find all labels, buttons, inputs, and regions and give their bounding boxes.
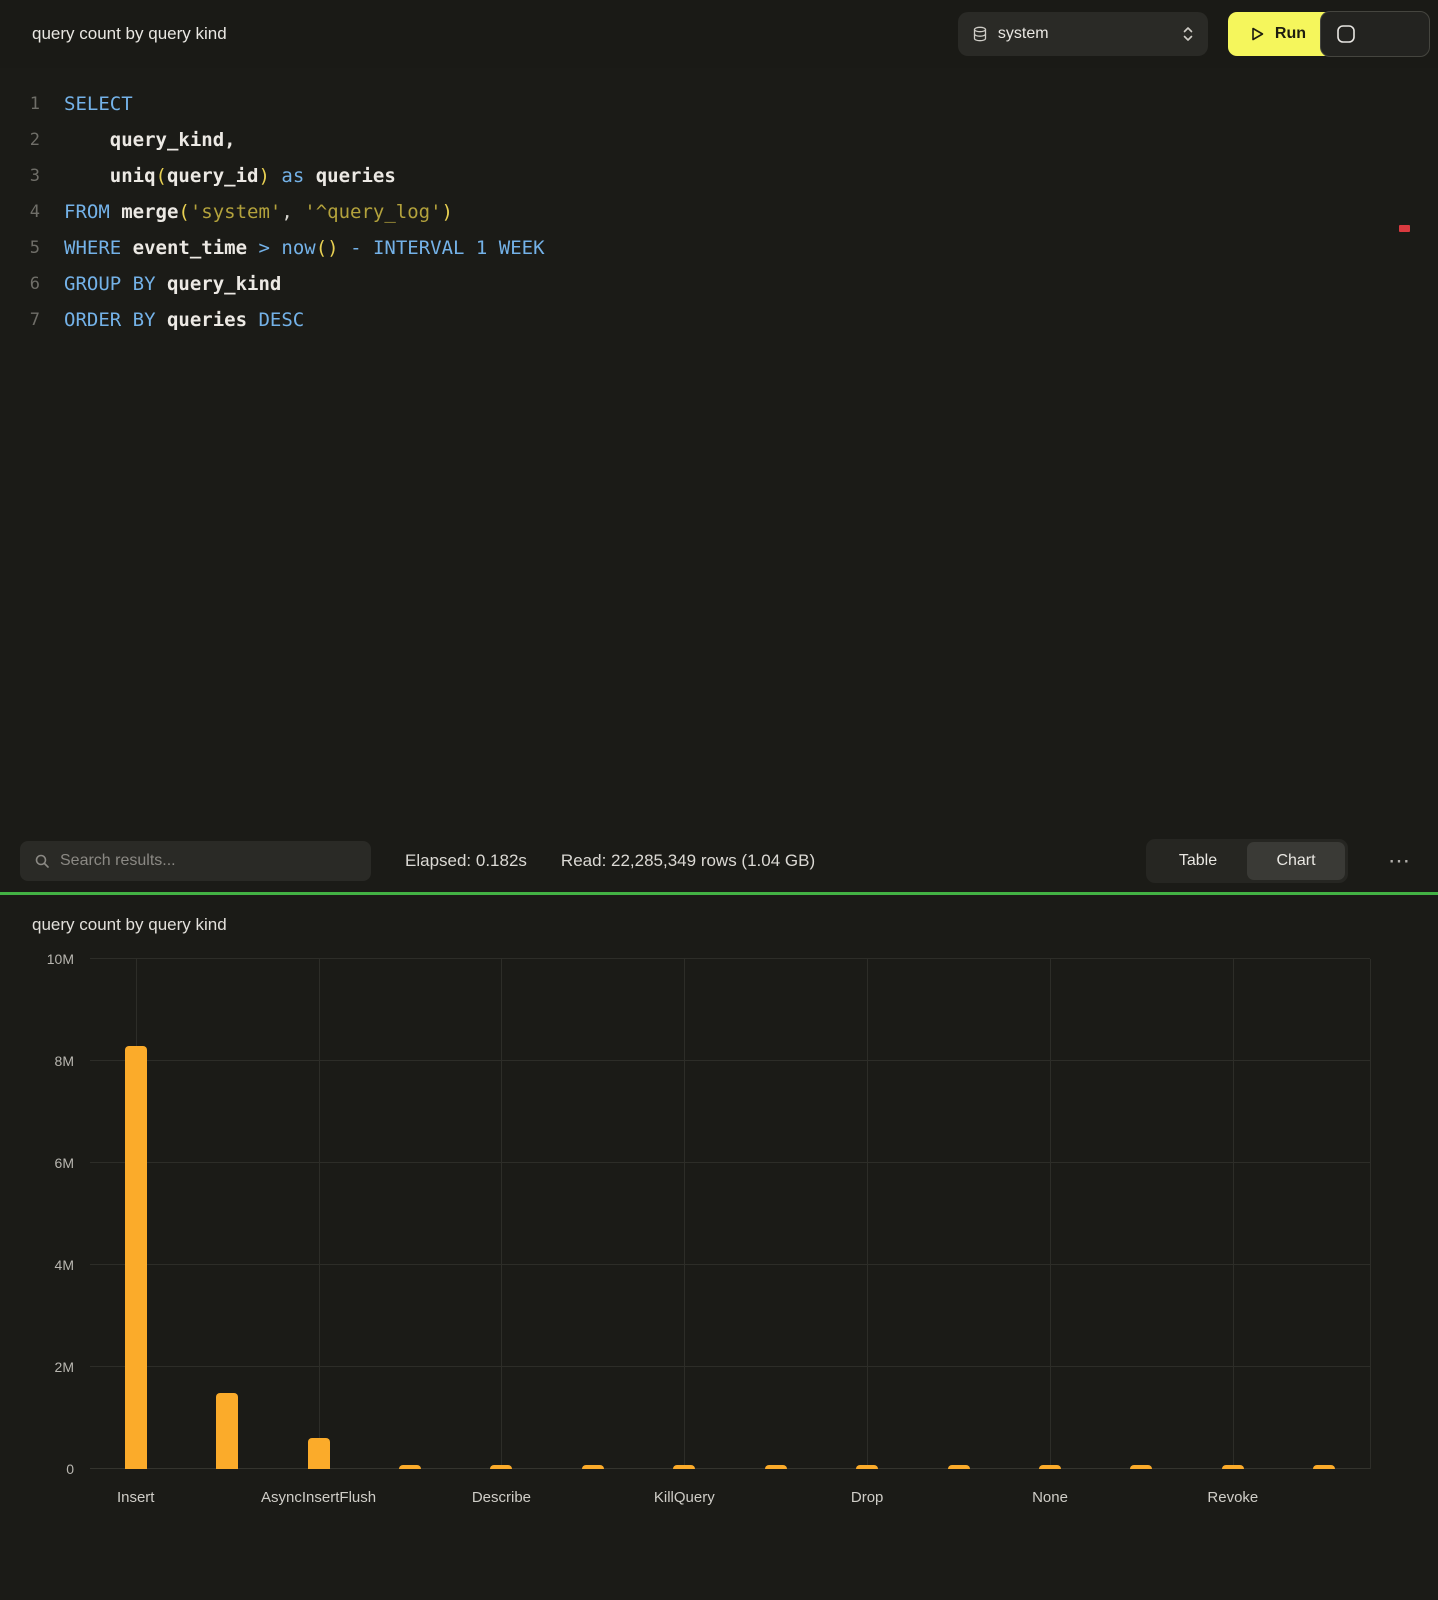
bar <box>582 1465 604 1469</box>
code-text: WHERE event_time > now() - INTERVAL 1 WE… <box>64 230 545 266</box>
gridline-h <box>90 958 1370 959</box>
y-axis-tick-label: 6M <box>55 1155 74 1171</box>
bar <box>1222 1465 1244 1469</box>
x-axis-tick-label: KillQuery <box>654 1489 715 1506</box>
x-axis-tick-label: Describe <box>472 1489 531 1506</box>
gridline-h <box>90 1060 1370 1061</box>
gridline-v <box>1370 959 1371 1469</box>
gridline-v <box>319 959 320 1469</box>
run-button-label: Run <box>1275 25 1306 43</box>
x-axis-tick-label: None <box>1032 1489 1068 1506</box>
gridline-h <box>90 1366 1370 1367</box>
bar <box>399 1465 421 1469</box>
tab-table[interactable]: Table <box>1149 842 1247 880</box>
results-toolbar: Elapsed: 0.182s Read: 22,285,349 rows (1… <box>0 830 1438 892</box>
bar <box>948 1465 970 1469</box>
play-icon <box>1250 26 1265 42</box>
gridline-h <box>90 1162 1370 1163</box>
code-text: FROM merge('system', '^query_log') <box>64 194 453 230</box>
bar <box>765 1465 787 1469</box>
bar-chart: 02M4M6M8M10MInsertAsyncInsertFlushDescri… <box>90 959 1370 1469</box>
code-text: query_kind, <box>64 122 236 158</box>
x-axis-tick-label: Drop <box>851 1489 884 1506</box>
gridline-v <box>684 959 685 1469</box>
search-icon <box>34 853 50 869</box>
select-chevrons-icon <box>1182 25 1194 43</box>
y-axis-tick-label: 10M <box>47 951 74 967</box>
bar <box>673 1465 695 1469</box>
gridline-h <box>90 1264 1370 1265</box>
tab-chart[interactable]: Chart <box>1247 842 1345 880</box>
code-line: 6 GROUP BY query_kind <box>0 266 1438 302</box>
code-text: GROUP BY query_kind <box>64 266 281 302</box>
bar <box>1130 1465 1152 1469</box>
y-axis-tick-label: 2M <box>55 1359 74 1375</box>
chart-title: query count by query kind <box>32 915 1406 935</box>
bar <box>308 1438 330 1469</box>
search-box[interactable] <box>20 841 371 881</box>
rounded-square-icon <box>1335 23 1357 45</box>
code-area[interactable]: 1SELECT2 query_kind,3 uniq(query_id) as … <box>0 86 1438 338</box>
line-number: 7 <box>0 302 40 338</box>
search-results-input[interactable] <box>60 852 357 870</box>
code-line: 1 SELECT <box>0 86 1438 122</box>
scrollbar-error-marker <box>1399 225 1410 232</box>
x-axis-tick-label: Insert <box>117 1489 155 1506</box>
x-axis-tick-label: Revoke <box>1207 1489 1258 1506</box>
elapsed-stat: Elapsed: 0.182s <box>405 851 527 871</box>
bar <box>125 1046 147 1469</box>
code-line: 4 FROM merge('system', '^query_log') <box>0 194 1438 230</box>
gridline-v <box>1050 959 1051 1469</box>
gridline-v <box>1233 959 1234 1469</box>
bar <box>1039 1465 1061 1469</box>
database-icon <box>972 26 988 42</box>
gridline-v <box>501 959 502 1469</box>
code-line: 3 uniq(query_id) as queries <box>0 158 1438 194</box>
chart-panel: query count by query kind 02M4M6M8M10MIn… <box>0 895 1438 1469</box>
x-axis-tick-label: AsyncInsertFlush <box>261 1489 376 1506</box>
read-stat: Read: 22,285,349 rows (1.04 GB) <box>561 851 815 871</box>
gridline-h <box>90 1468 1370 1469</box>
bar <box>1313 1465 1335 1469</box>
y-axis-tick-label: 0 <box>66 1461 74 1477</box>
topbar: query count by query kind system <box>0 0 1438 68</box>
line-number: 6 <box>0 266 40 302</box>
code-text: SELECT <box>64 86 133 122</box>
code-text: ORDER BY queries DESC <box>64 302 304 338</box>
sql-editor[interactable]: 1SELECT2 query_kind,3 uniq(query_id) as … <box>0 68 1438 830</box>
sql-console-app: query count by query kind system <box>0 0 1438 1469</box>
code-line: 2 query_kind, <box>0 122 1438 158</box>
run-button[interactable]: Run <box>1228 12 1332 56</box>
line-number: 2 <box>0 122 40 158</box>
code-line: 7 ORDER BY queries DESC <box>0 302 1438 338</box>
database-selector[interactable]: system <box>958 12 1208 56</box>
code-text: uniq(query_id) as queries <box>64 158 396 194</box>
view-toggle: Table Chart <box>1146 839 1348 883</box>
toolbar-extra-button[interactable] <box>1320 11 1430 57</box>
line-number: 1 <box>0 86 40 122</box>
query-title: query count by query kind <box>32 24 227 44</box>
more-options-button[interactable]: ⋯ <box>1382 848 1418 874</box>
bar <box>216 1393 238 1470</box>
y-axis-tick-label: 4M <box>55 1257 74 1273</box>
line-number: 5 <box>0 230 40 266</box>
topbar-actions: system Run <box>958 0 1368 68</box>
code-line: 5 WHERE event_time > now() - INTERVAL 1 W… <box>0 230 1438 266</box>
gridline-v <box>867 959 868 1469</box>
database-name: system <box>998 25 1049 43</box>
bar <box>856 1465 878 1469</box>
line-number: 4 <box>0 194 40 230</box>
y-axis-tick-label: 8M <box>55 1053 74 1069</box>
bar <box>490 1465 512 1469</box>
line-number: 3 <box>0 158 40 194</box>
